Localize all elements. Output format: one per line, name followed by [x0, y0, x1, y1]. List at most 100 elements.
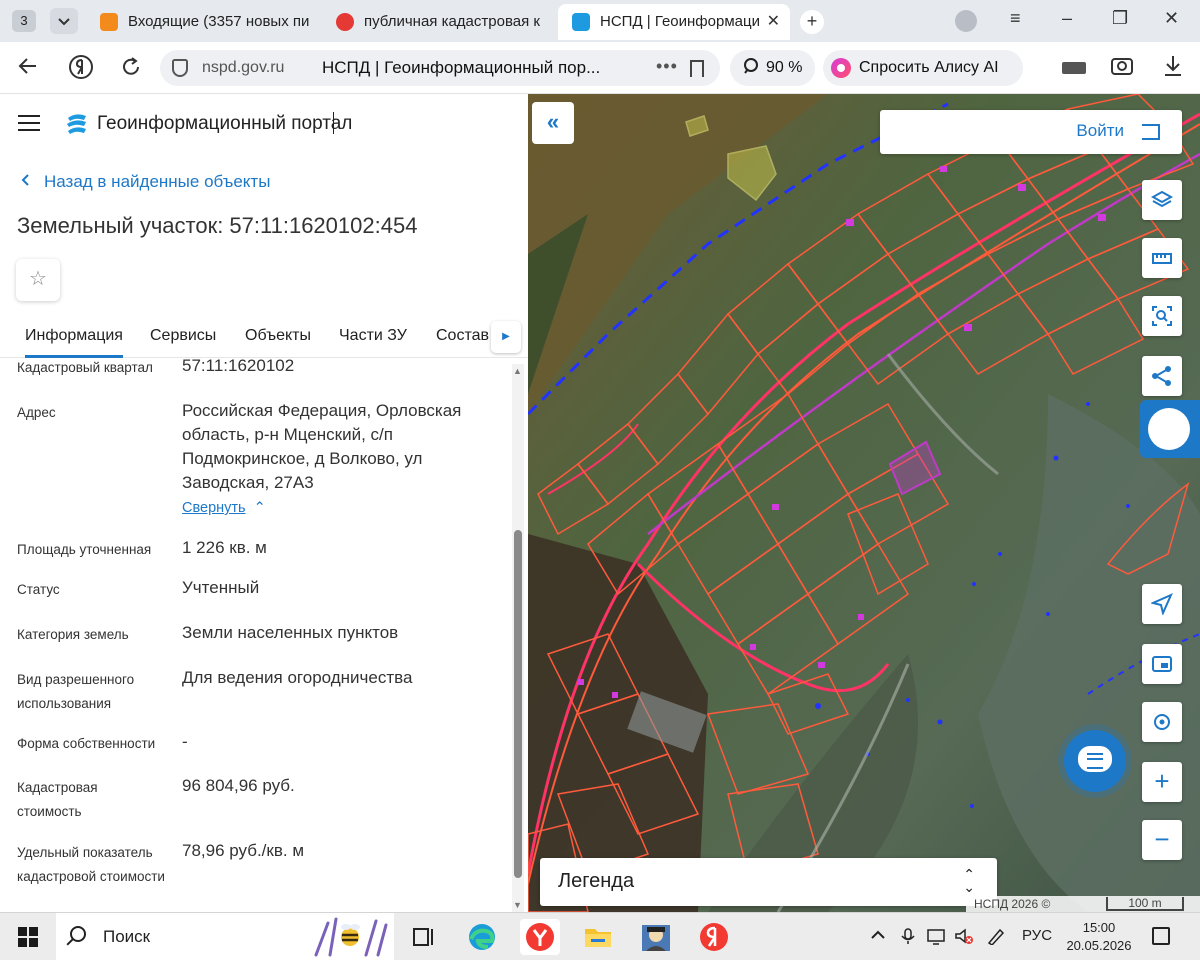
chevron-up-icon[interactable]	[870, 927, 886, 947]
tab-mail-label: Входящие (3357 новых пи	[128, 13, 310, 30]
area-search-button[interactable]	[1142, 296, 1182, 336]
tab-nspd[interactable]: НСПД | Геоинформаци ✕	[558, 4, 790, 40]
share-icon	[1152, 366, 1171, 386]
tab-mail[interactable]: Входящие (3357 новых пи	[100, 4, 320, 40]
taskbar-search[interactable]: Поиск	[56, 913, 394, 961]
hamburger-menu-icon[interactable]	[18, 115, 40, 131]
legend-panel[interactable]: Легенда ⌃ ⌄	[540, 858, 997, 906]
ask-alisa-label: Спросить Алису AI	[859, 59, 999, 76]
object-title: Земельный участок: 57:11:1620102:454	[17, 213, 418, 238]
taskview-icon[interactable]	[404, 919, 444, 955]
volume-icon[interactable]	[954, 927, 974, 949]
profile-icon[interactable]	[955, 10, 977, 32]
url-domain: nspd.gov.ru	[202, 59, 285, 76]
scroll-down-icon[interactable]: ▼	[513, 900, 522, 910]
tab-services[interactable]: Сервисы	[150, 327, 216, 345]
property-value: Земли населенных пунктов	[182, 623, 399, 642]
back-arrow-icon[interactable]	[18, 56, 38, 82]
yandex-browser-icon[interactable]	[520, 919, 560, 955]
tab-information[interactable]: Информация	[25, 327, 123, 358]
collapse-address-link[interactable]: Свернуть ⌃	[182, 500, 266, 516]
property-label: Кадастровый квартал	[17, 360, 153, 375]
tab-yandex-search[interactable]: публичная кадастровая к	[336, 4, 548, 40]
property-value: 96 804,96 руб.	[182, 776, 295, 795]
property-label: Кадастровая стоимость	[17, 780, 98, 819]
url-page-title: НСПД | Геоинформационный пор...	[322, 58, 601, 77]
restore-icon[interactable]: ❐	[1112, 8, 1128, 29]
search-placeholder: Поиск	[103, 927, 151, 946]
shield-icon[interactable]	[172, 59, 188, 77]
close-window-icon[interactable]: ✕	[1164, 8, 1179, 29]
measure-button[interactable]	[1142, 238, 1182, 278]
tab-count-badge[interactable]: 3	[12, 10, 36, 32]
tab-parts[interactable]: Части ЗУ	[339, 327, 407, 345]
pen-icon[interactable]	[986, 927, 1006, 949]
chat-button[interactable]	[1064, 730, 1126, 792]
back-to-results-link[interactable]: Назад в найденные объекты	[20, 172, 270, 192]
reload-icon[interactable]	[120, 56, 142, 84]
tab-list-button[interactable]	[50, 8, 78, 34]
yandex-icon[interactable]	[694, 919, 734, 955]
locate-button[interactable]	[1142, 584, 1182, 624]
legend-label: Легенда	[558, 870, 635, 892]
ask-alisa-button[interactable]: Спросить Алису AI	[823, 50, 1023, 86]
tab-nspd-label: НСПД | Геоинформаци	[600, 13, 760, 30]
property-value: 57:11:1620102	[182, 356, 295, 375]
minimize-icon[interactable]: –	[1062, 8, 1072, 29]
fullscreen-button[interactable]	[1142, 644, 1182, 684]
mic-icon[interactable]	[900, 927, 916, 949]
property-value: -	[182, 732, 188, 751]
address-bar[interactable]: nspd.gov.ru НСПД | Геоинформационный пор…	[160, 50, 720, 86]
ruler-icon	[1152, 253, 1172, 264]
layers-button[interactable]	[1142, 180, 1182, 220]
zoom-button[interactable]: 90 %	[730, 50, 815, 86]
display-icon[interactable]	[926, 927, 946, 949]
notifications-icon[interactable]	[1152, 927, 1170, 945]
property-label: Форма собственности	[17, 736, 156, 751]
zoom-in-button[interactable]: +	[1142, 762, 1182, 802]
more-icon[interactable]: •••	[656, 56, 678, 77]
login-label: Войти	[1076, 121, 1124, 140]
feedback-icon	[1148, 408, 1190, 450]
chevron-down-icon	[58, 18, 70, 26]
target-button[interactable]	[1142, 702, 1182, 742]
tab-objects[interactable]: Объекты	[245, 327, 311, 345]
scroll-up-icon[interactable]: ▲	[513, 366, 522, 376]
language-indicator[interactable]: РУС	[1022, 927, 1052, 944]
yandex-home-icon[interactable]	[68, 54, 94, 86]
zoom-out-button[interactable]: −	[1142, 820, 1182, 860]
login-icon	[1142, 124, 1160, 140]
object-info-panel: Геоинформационный портал Назад в найденн…	[0, 94, 528, 912]
collapse-panel-button[interactable]: «	[532, 102, 574, 144]
edge-icon[interactable]	[462, 919, 502, 955]
close-tab-icon[interactable]: ✕	[767, 4, 780, 40]
new-tab-button[interactable]: +	[800, 10, 824, 34]
menu-icon[interactable]: ≡	[1010, 8, 1021, 29]
app-icon[interactable]	[636, 919, 676, 955]
target-icon	[1154, 714, 1170, 730]
share-button[interactable]	[1142, 356, 1182, 396]
login-button[interactable]: Войти	[880, 110, 1182, 154]
properties-scrollbar[interactable]: ▲ ▼	[512, 364, 524, 912]
windows-start-icon[interactable]	[18, 927, 38, 947]
taskbar-clock[interactable]: 15:00 20.05.2026	[1064, 919, 1134, 955]
scrollbar-thumb[interactable]	[514, 530, 522, 878]
info-tabs: Информация Сервисы Объекты Части ЗУ Сост…	[0, 320, 528, 358]
property-label: Адрес	[17, 405, 56, 420]
tab-composition[interactable]: Состав	[436, 327, 489, 345]
download-icon[interactable]	[1162, 54, 1184, 83]
feedback-button[interactable]	[1140, 400, 1200, 458]
property-value: Российская Федерация, Орловская область,…	[182, 401, 462, 492]
browser-toolbar: nspd.gov.ru НСПД | Геоинформационный пор…	[0, 42, 1200, 94]
screenshot-icon[interactable]	[1110, 54, 1134, 83]
text-cursor	[333, 112, 334, 134]
reader-icon[interactable]	[1062, 62, 1086, 74]
expand-collapse-icon[interactable]: ⌃ ⌄	[963, 867, 975, 894]
cadastral-map[interactable]: « Войти + − Легенда ⌃ ⌄ НСПД 2026 © 100 m	[528, 94, 1200, 912]
clock-time: 15:00	[1082, 920, 1116, 935]
bookmark-icon[interactable]	[690, 60, 704, 77]
tabs-scroll-right-button[interactable]: ▶	[491, 321, 521, 353]
favorite-star-icon[interactable]: ☆	[16, 259, 60, 301]
search-icon	[70, 926, 86, 942]
explorer-icon[interactable]	[578, 919, 618, 955]
